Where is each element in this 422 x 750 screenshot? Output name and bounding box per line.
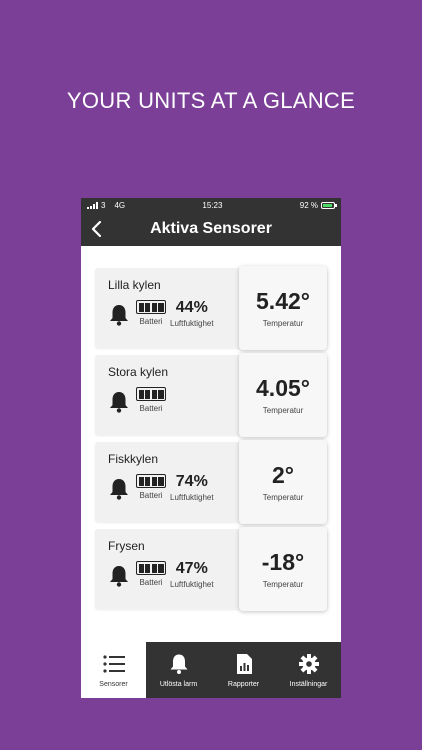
- sensor-name: Lilla kylen: [108, 278, 161, 292]
- alarm-bell-icon: [110, 479, 128, 500]
- sensor-card[interactable]: Fiskkylen Batteri 74% Luftfuktighet 2° T…: [95, 440, 327, 524]
- tab-bar: Sensorer Utlösta larm Rapporter Inställn…: [81, 642, 341, 698]
- tab-sensorer[interactable]: Sensorer: [81, 642, 146, 698]
- tab-installningar[interactable]: Inställningar: [276, 642, 341, 698]
- battery-label: Batteri: [139, 404, 163, 413]
- gear-icon: [298, 653, 319, 674]
- temperature-value: 4.05°: [256, 375, 310, 401]
- tab-utlosta-larm[interactable]: Utlösta larm: [146, 642, 211, 698]
- battery-label: Batteri: [139, 317, 163, 326]
- temperature-label: Temperatur: [262, 406, 304, 415]
- temperature-box: 4.05° Temperatur: [239, 353, 327, 437]
- temperature-label: Temperatur: [262, 319, 304, 328]
- list-icon: [102, 654, 125, 673]
- nav-bar: Aktiva Sensorer: [81, 212, 341, 246]
- temperature-value: -18°: [261, 549, 305, 575]
- humidity-label: Luftfuktighet: [170, 580, 214, 589]
- bell-icon: [170, 654, 187, 674]
- battery-icon: [320, 201, 337, 209]
- tab-label: Sensorer: [99, 680, 128, 688]
- back-chevron-icon[interactable]: [89, 220, 105, 238]
- humidity-value: 74%: [175, 473, 208, 490]
- temperature-box: -18° Temperatur: [239, 527, 327, 611]
- phone-screen: 3 4G 15:23 92 % Aktiva Sensorer Lilla ky…: [81, 198, 341, 698]
- sensor-card[interactable]: Lilla kylen Batteri 44% Luftfuktighet 5.…: [95, 266, 327, 350]
- temperature-box: 2° Temperatur: [239, 440, 327, 524]
- clock: 15:23: [202, 200, 223, 210]
- status-bar: 3 4G 15:23 92 %: [81, 198, 341, 212]
- humidity-label: Luftfuktighet: [170, 319, 214, 328]
- sensor-card[interactable]: Stora kylen Batteri 4.05° Temperatur: [95, 353, 327, 437]
- temperature-value: 5.42°: [256, 288, 310, 314]
- page-title: Aktiva Sensorer: [150, 220, 272, 237]
- tab-label: Rapporter: [227, 680, 260, 688]
- carrier: 3: [101, 200, 106, 210]
- signal-icon: [87, 201, 98, 209]
- battery-level-icon: [136, 561, 166, 575]
- humidity-label: Luftfuktighet: [170, 493, 214, 502]
- tab-label: Utlösta larm: [159, 680, 198, 688]
- report-icon: [236, 653, 252, 674]
- battery-level-icon: [136, 300, 166, 314]
- battery-label: Batteri: [139, 578, 163, 587]
- alarm-bell-icon: [110, 566, 128, 587]
- network-type: 4G: [114, 200, 126, 210]
- tab-label: Inställningar: [289, 680, 328, 688]
- tab-rapporter[interactable]: Rapporter: [211, 642, 276, 698]
- humidity-value: 44%: [175, 299, 208, 316]
- battery-level-icon: [136, 474, 166, 488]
- headline: YOUR UNITS AT A GLANCE: [66, 88, 356, 113]
- temperature-value: 2°: [272, 462, 294, 488]
- battery-level-icon: [136, 387, 166, 401]
- sensor-list: Lilla kylen Batteri 44% Luftfuktighet 5.…: [81, 246, 341, 611]
- temperature-label: Temperatur: [262, 493, 304, 502]
- temperature-box: 5.42° Temperatur: [239, 266, 327, 350]
- humidity-value: 47%: [175, 560, 208, 577]
- sensor-card[interactable]: Frysen Batteri 47% Luftfuktighet -18° Te…: [95, 527, 327, 611]
- battery-percent: 92 %: [299, 200, 318, 210]
- alarm-bell-icon: [110, 305, 128, 326]
- sensor-name: Frysen: [108, 539, 145, 553]
- alarm-bell-icon: [110, 392, 128, 413]
- temperature-label: Temperatur: [262, 580, 304, 589]
- sensor-name: Fiskkylen: [108, 452, 159, 466]
- sensor-name: Stora kylen: [108, 365, 169, 379]
- battery-label: Batteri: [139, 491, 163, 500]
